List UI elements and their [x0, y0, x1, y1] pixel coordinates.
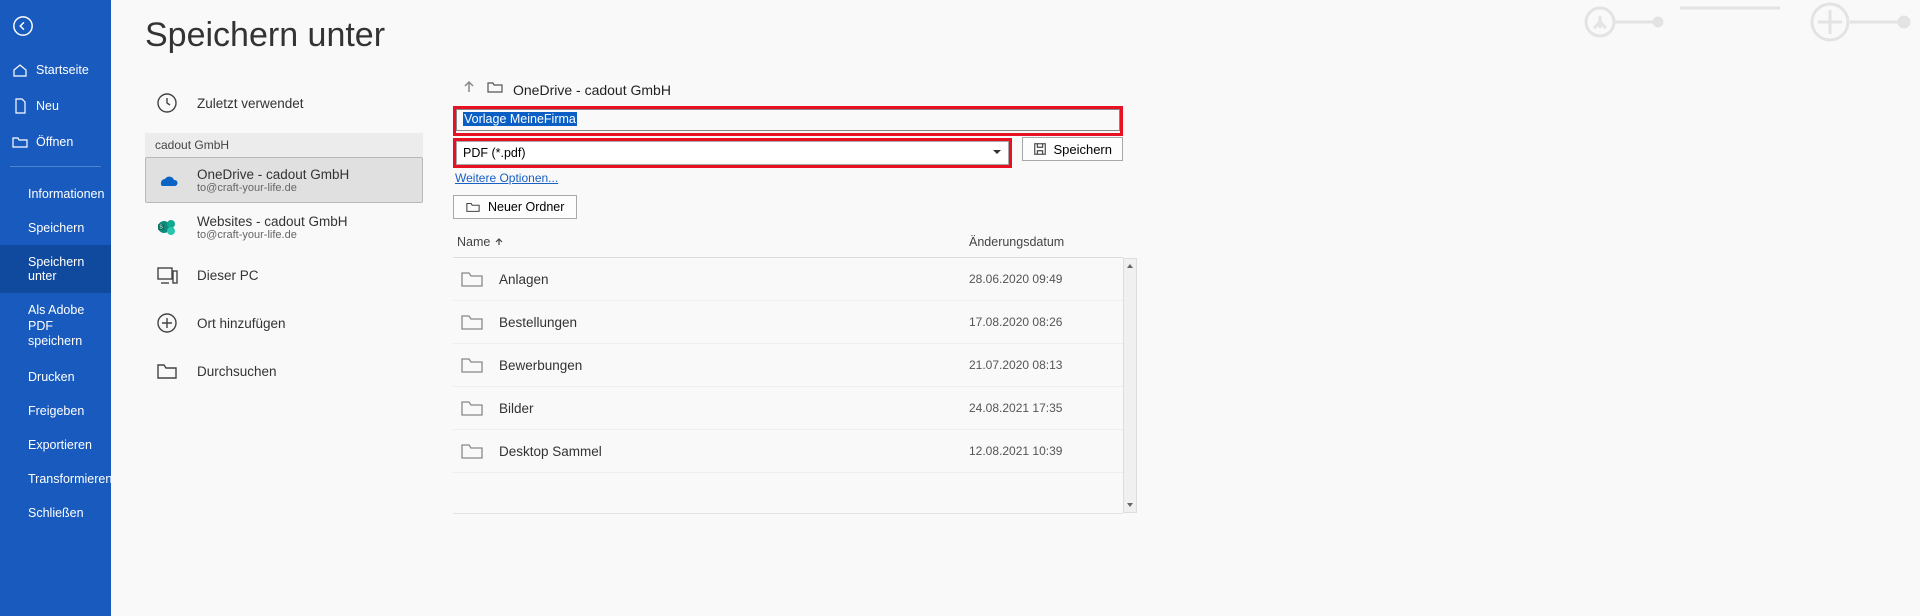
add-place-icon [153, 309, 181, 337]
breadcrumb: OneDrive - cadout GmbH [453, 79, 1123, 100]
sort-arrow-up-icon [494, 237, 504, 247]
list-item[interactable]: Bilder 24.08.2021 17:35 [453, 387, 1123, 430]
list-item[interactable]: Bestellungen 17.08.2020 08:26 [453, 301, 1123, 344]
file-date: 17.08.2020 08:26 [969, 315, 1119, 329]
locations-org-header: cadout GmbH [145, 133, 423, 157]
location-sublabel: to@craft-your-life.de [197, 229, 348, 241]
folder-icon [457, 313, 487, 331]
location-sublabel: to@craft-your-life.de [197, 182, 349, 194]
location-label: Ort hinzufügen [197, 316, 286, 331]
file-name: Desktop Sammel [499, 444, 969, 459]
locations-panel: Zuletzt verwendet cadout GmbH OneDrive -… [145, 79, 423, 514]
more-options-link[interactable]: Weitere Optionen... [455, 171, 558, 185]
filetype-value: PDF (*.pdf) [463, 146, 526, 160]
save-button[interactable]: Speichern [1022, 137, 1123, 161]
sidebar-item-share[interactable]: Freigeben [0, 394, 111, 428]
location-label: Dieser PC [197, 268, 259, 283]
location-thispc[interactable]: Dieser PC [145, 251, 423, 299]
location-sites[interactable]: S Websites - cadout GmbH to@craft-your-l… [145, 203, 423, 251]
location-label: Websites - cadout GmbH [197, 214, 348, 229]
column-header-name[interactable]: Name [457, 235, 969, 249]
new-folder-label: Neuer Ordner [488, 200, 564, 214]
chevron-down-icon [992, 146, 1002, 160]
location-recent[interactable]: Zuletzt verwendet [145, 79, 423, 127]
file-name: Bestellungen [499, 315, 969, 330]
sidebar-item-info[interactable]: Informationen [0, 177, 111, 211]
location-label: Zuletzt verwendet [197, 96, 304, 111]
sidebar-item-export[interactable]: Exportieren [0, 428, 111, 462]
sidebar-item-home[interactable]: Startseite [0, 52, 111, 88]
list-item[interactable]: Anlagen 28.06.2020 09:49 [453, 258, 1123, 301]
location-label: Durchsuchen [197, 364, 277, 379]
filetype-dropdown[interactable]: PDF (*.pdf) [456, 141, 1009, 165]
sidebar-item-save-adobe-pdf[interactable]: Als Adobe PDF speichern [0, 293, 111, 360]
location-onedrive[interactable]: OneDrive - cadout GmbH to@craft-your-lif… [145, 157, 423, 203]
folder-icon [457, 270, 487, 288]
breadcrumb-path[interactable]: OneDrive - cadout GmbH [513, 82, 671, 98]
pc-icon [153, 261, 181, 289]
sidebar-item-transform[interactable]: Transformieren [0, 462, 111, 496]
main-area: Speichern unter Zuletzt verwendet cadout… [111, 0, 1920, 616]
folder-icon [457, 356, 487, 374]
scrollbar[interactable] [1123, 258, 1137, 513]
folder-open-icon [12, 134, 28, 150]
back-arrow-icon [12, 15, 34, 37]
file-list-header: Name Änderungsdatum [453, 235, 1123, 258]
sidebar-item-new[interactable]: Neu [0, 88, 111, 124]
file-name: Anlagen [499, 272, 969, 287]
file-date: 21.07.2020 08:13 [969, 358, 1119, 372]
file-name: Bilder [499, 401, 969, 416]
sidebar-separator [10, 166, 101, 167]
new-folder-button[interactable]: Neuer Ordner [453, 195, 577, 219]
scroll-track[interactable] [1124, 273, 1136, 498]
file-date: 28.06.2020 09:49 [969, 272, 1119, 286]
back-button[interactable] [0, 0, 111, 52]
new-folder-icon [466, 200, 480, 214]
scroll-down-button[interactable] [1124, 498, 1136, 512]
save-panel: OneDrive - cadout GmbH Vorlage MeineFirm… [453, 79, 1123, 514]
file-list: Anlagen 28.06.2020 09:49 Bestellungen 17… [453, 258, 1123, 513]
sidebar-item-label: Neu [36, 99, 59, 113]
sidebar-item-save[interactable]: Speichern [0, 211, 111, 245]
location-browse[interactable]: Durchsuchen [145, 347, 423, 395]
sidebar-item-open[interactable]: Öffnen [0, 124, 111, 160]
list-item[interactable]: Bewerbungen 21.07.2020 08:13 [453, 344, 1123, 387]
file-date: 12.08.2021 10:39 [969, 444, 1119, 458]
sharepoint-icon: S [153, 213, 181, 241]
folder-icon [487, 79, 503, 100]
filename-input[interactable]: Vorlage MeineFirma [456, 109, 1120, 131]
file-name: Bewerbungen [499, 358, 969, 373]
file-date: 24.08.2021 17:35 [969, 401, 1119, 415]
page-title: Speichern unter [145, 16, 1892, 55]
backstage-sidebar: Startseite Neu Öffnen Informationen Spei… [0, 0, 111, 616]
sidebar-item-saveas[interactable]: Speichern unter [0, 245, 111, 293]
filetype-highlight-box: Vorlage MeineFirma [453, 106, 1123, 136]
onedrive-icon [153, 166, 181, 194]
folder-browse-icon [153, 357, 181, 385]
folder-icon [457, 399, 487, 417]
folder-icon [457, 442, 487, 460]
sidebar-item-print[interactable]: Drucken [0, 360, 111, 394]
up-folder-button[interactable] [461, 79, 477, 100]
save-icon [1033, 142, 1047, 156]
location-addplace[interactable]: Ort hinzufügen [145, 299, 423, 347]
home-icon [12, 62, 28, 78]
sidebar-item-label: Startseite [36, 63, 89, 77]
sidebar-item-close[interactable]: Schließen [0, 496, 111, 530]
scroll-up-button[interactable] [1124, 259, 1136, 273]
save-button-label: Speichern [1053, 142, 1112, 157]
column-header-date[interactable]: Änderungsdatum [969, 235, 1119, 249]
clock-icon [153, 89, 181, 117]
document-icon [12, 98, 28, 114]
sidebar-item-label: Öffnen [36, 135, 73, 149]
list-item[interactable]: Desktop Sammel 12.08.2021 10:39 [453, 430, 1123, 473]
location-label: OneDrive - cadout GmbH [197, 167, 349, 182]
